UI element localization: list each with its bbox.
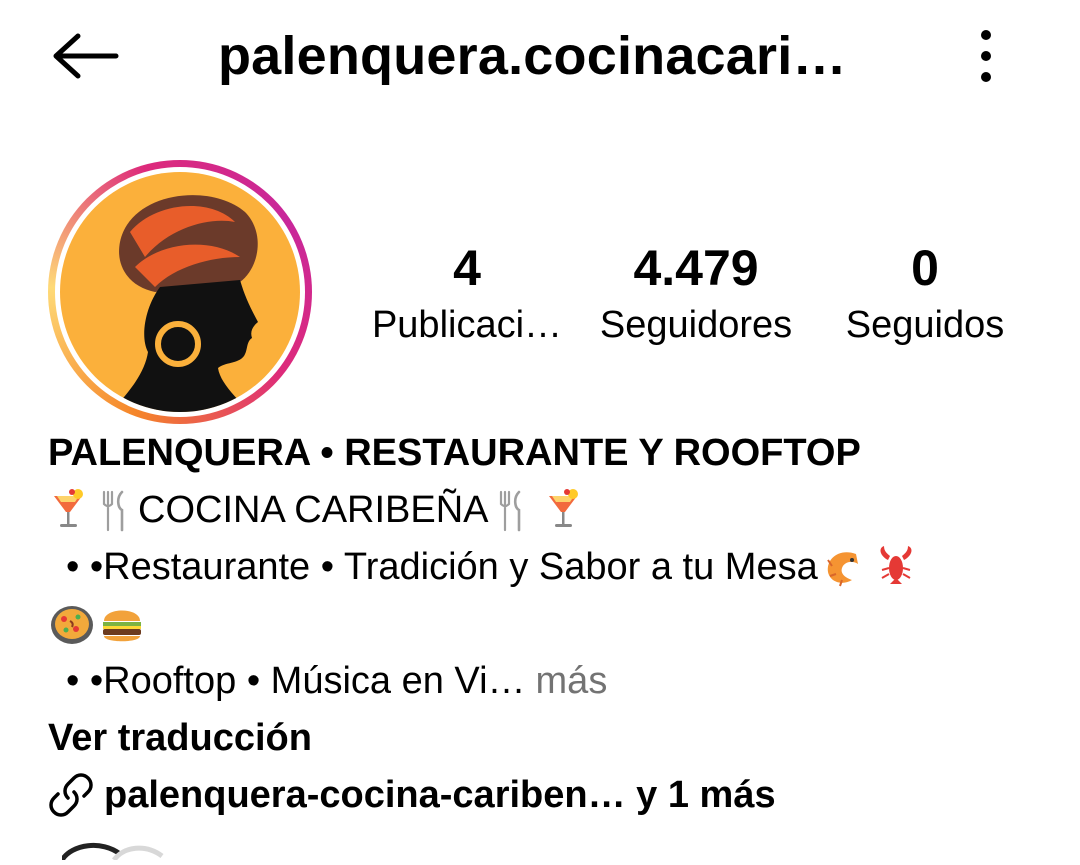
followers-count-label: Seguidores: [599, 304, 793, 346]
arrow-left-icon: [53, 33, 119, 79]
posts-count-label: Publicaci…: [371, 304, 563, 346]
avatar-logo-image: [60, 172, 300, 412]
fork-knife-icon: [499, 490, 520, 531]
highlights-peek: [59, 840, 182, 862]
top-bar: palenquera.cocinacari…: [0, 0, 1080, 112]
followers-count[interactable]: 4.479 Seguidores: [588, 238, 804, 352]
bio-cuisine-text: COCINA CARIBEÑA: [138, 488, 489, 531]
more-vertical-icon: [981, 30, 991, 82]
more-options-button[interactable]: [956, 20, 1016, 90]
profile-avatar[interactable]: [48, 160, 312, 424]
burger-icon: [103, 610, 141, 641]
following-count[interactable]: 0 Seguidos: [832, 238, 1018, 352]
external-link[interactable]: palenquera-cocina-cariben… y 1 más: [48, 766, 1048, 823]
bio-line-cuisine: COCINA CARIBEÑA: [48, 481, 1048, 538]
back-button[interactable]: [44, 24, 124, 88]
lobster-icon: [880, 545, 912, 584]
bio-restaurant-text: • •Restaurante • Tradición y Sabor a tu …: [66, 545, 818, 588]
external-link-text: palenquera-cocina-cariben… y 1 más: [104, 773, 776, 816]
bio-line-rooftop: • •Rooftop • Música en Vi… más: [48, 652, 1048, 709]
posts-count[interactable]: 4 Publicaci…: [362, 238, 572, 352]
profile-username: palenquera.cocinacari…: [218, 26, 847, 86]
followers-count-value: 4.479: [633, 240, 759, 296]
bio-more-link[interactable]: más: [536, 653, 608, 709]
tropical-drink-icon: [54, 488, 83, 527]
bio-line-restaurant: • •Restaurante • Tradición y Sabor a tu …: [48, 538, 1048, 595]
bio-rooftop-text: • •Rooftop • Música en Vi…: [66, 659, 526, 702]
see-translation-link[interactable]: Ver traducción: [48, 709, 1048, 766]
profile-bio: PALENQUERA • RESTAURANTE Y ROOFTOP COCIN…: [48, 424, 1048, 823]
fork-knife-icon: [102, 490, 124, 531]
tropical-drink-icon: [548, 488, 578, 527]
link-icon: [48, 772, 94, 818]
following-count-label: Seguidos: [845, 304, 1005, 346]
posts-count-value: 4: [453, 240, 481, 296]
paella-icon: [51, 605, 93, 644]
shrimp-icon: [826, 551, 858, 586]
profile-display-name: PALENQUERA • RESTAURANTE Y ROOFTOP: [48, 431, 861, 474]
following-count-value: 0: [911, 240, 939, 296]
bio-line-food-emojis: [48, 595, 1048, 652]
